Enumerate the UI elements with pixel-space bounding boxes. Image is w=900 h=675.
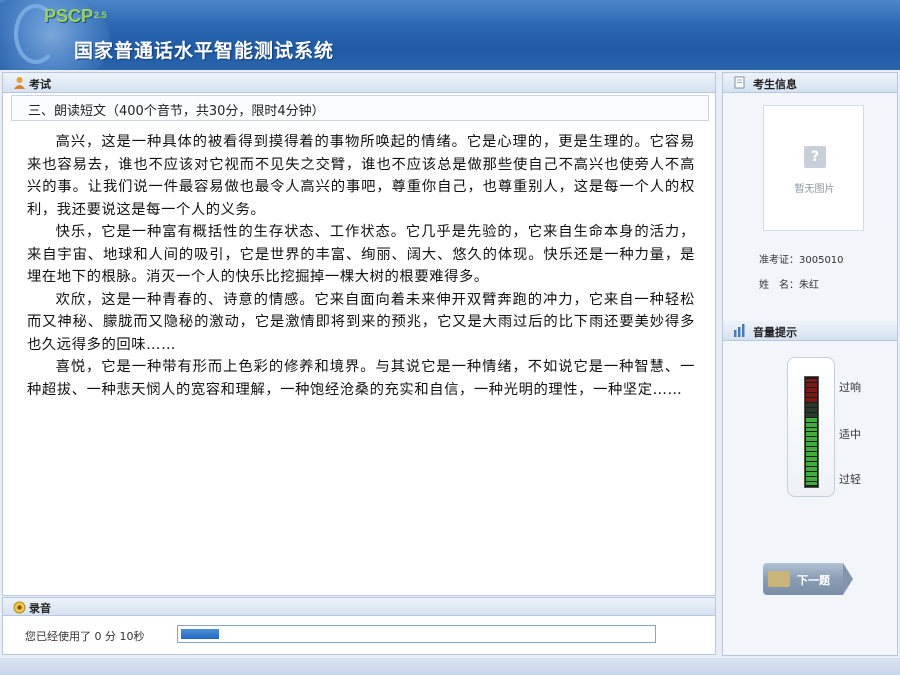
volume-meter-segment — [806, 461, 817, 466]
record-panel-title: 录音 — [29, 602, 51, 615]
volume-meter — [804, 376, 819, 488]
elapsed-time: 您已经使用了 0 分 10秒 — [25, 630, 145, 643]
exam-number-row: 准考证：3005010 — [759, 251, 844, 266]
candidate-name-label: 姓 名： — [759, 280, 799, 291]
volume-meter-segment — [806, 452, 817, 456]
volume-meter-segment — [806, 457, 817, 461]
photo-placeholder-text: 暂无图片 — [794, 184, 835, 195]
volume-meter-segment — [806, 466, 817, 471]
volume-meter-segment — [806, 427, 817, 432]
passage-paragraph: 高兴，这是一种具体的被看得到摸得着的事物所唤起的情绪。它是心理的，更是生理的。它… — [27, 134, 695, 218]
exam-panel: 考试 三、朗读短文（400个音节，共30分，限时4分钟） 高兴，这是一种具体的被… — [2, 72, 716, 596]
passage-paragraph: 快乐，它是一种富有概括性的生存状态、工作状态。它几乎是先验的，它来自生命本身的活… — [27, 224, 695, 285]
image-placeholder-icon: ? — [804, 146, 826, 168]
record-icon — [13, 601, 26, 614]
exam-number-label: 准考证： — [759, 255, 799, 266]
candidate-panel-title: 考生信息 — [753, 78, 797, 91]
volume-meter-segment — [806, 432, 817, 437]
passage-paragraph: 欢欣，这是一种青春的、诗意的情感。它来自面向着未来伸开双臂奔跑的冲力，它来自一种… — [27, 291, 695, 353]
volume-label-low: 过轻 — [839, 473, 861, 486]
candidate-panel-header: 考生信息 — [723, 73, 897, 93]
volume-meter-segment — [806, 383, 817, 388]
app-title: 国家普通话水平智能测试系统 — [74, 40, 335, 62]
exam-panel-title: 考试 — [29, 78, 51, 91]
record-panel: 录音 您已经使用了 0 分 10秒 — [2, 597, 716, 655]
user-icon — [14, 77, 25, 89]
volume-meter-segment — [806, 378, 817, 383]
volume-meter-segment — [806, 417, 817, 422]
candidate-name-value: 朱红 — [799, 280, 819, 291]
footer-bar — [0, 658, 900, 675]
volume-meter-segment — [806, 422, 817, 427]
exam-panel-header: 考试 — [3, 73, 715, 93]
volume-meter-segment — [806, 412, 817, 417]
volume-meter-frame — [787, 357, 835, 497]
volume-meter-segment — [806, 393, 817, 398]
app-version: 2.5 — [94, 10, 107, 20]
next-button-body[interactable]: 下一题 — [763, 563, 843, 595]
volume-meter-segment — [806, 407, 817, 412]
folder-icon — [768, 571, 790, 587]
recording-progress-bar — [177, 625, 656, 643]
candidate-name-row: 姓 名：朱红 — [759, 276, 819, 291]
next-button-label: 下一题 — [797, 574, 830, 587]
arrow-right-icon — [843, 563, 853, 595]
volume-meter-segment — [806, 398, 817, 403]
volume-meter-segment — [806, 437, 817, 442]
volume-panel-header: 音量提示 — [723, 321, 897, 341]
volume-bars-icon — [734, 324, 745, 337]
volume-label-mid: 适中 — [839, 428, 861, 441]
volume-meter-segment — [806, 476, 817, 481]
volume-meter-segment — [806, 442, 817, 447]
reading-passage: 高兴，这是一种具体的被看得到摸得着的事物所唤起的情绪。它是心理的，更是生理的。它… — [27, 131, 695, 401]
recording-progress-fill — [181, 629, 219, 639]
exam-number-value: 3005010 — [799, 255, 844, 266]
volume-meter-segment — [806, 481, 817, 486]
app-logo: PSCP — [44, 6, 94, 26]
document-icon — [734, 76, 745, 89]
next-question-button[interactable]: 下一题 — [763, 563, 853, 595]
volume-meter-segment — [806, 388, 817, 393]
section-title: 三、朗读短文（400个音节，共30分，限时4分钟） — [28, 104, 325, 119]
volume-meter-segment — [806, 471, 817, 476]
candidate-panel: 考生信息 ? 暂无图片 准考证：3005010 姓 名：朱红 音量提示 过响 适… — [722, 72, 898, 656]
candidate-photo: ? 暂无图片 — [763, 105, 864, 231]
volume-label-high: 过响 — [839, 381, 861, 394]
volume-panel-title: 音量提示 — [753, 326, 797, 339]
volume-meter-segment — [806, 447, 817, 452]
passage-paragraph: 喜悦，它是一种带有形而上色彩的修养和境界。与其说它是一种情绪，不如说它是一种智慧… — [27, 359, 695, 398]
app-header: PSCP 2.5 国家普通话水平智能测试系统 — [0, 0, 900, 70]
volume-meter-segment — [806, 403, 817, 407]
record-panel-header: 录音 — [3, 598, 715, 616]
section-header: 三、朗读短文（400个音节，共30分，限时4分钟） — [11, 95, 709, 121]
